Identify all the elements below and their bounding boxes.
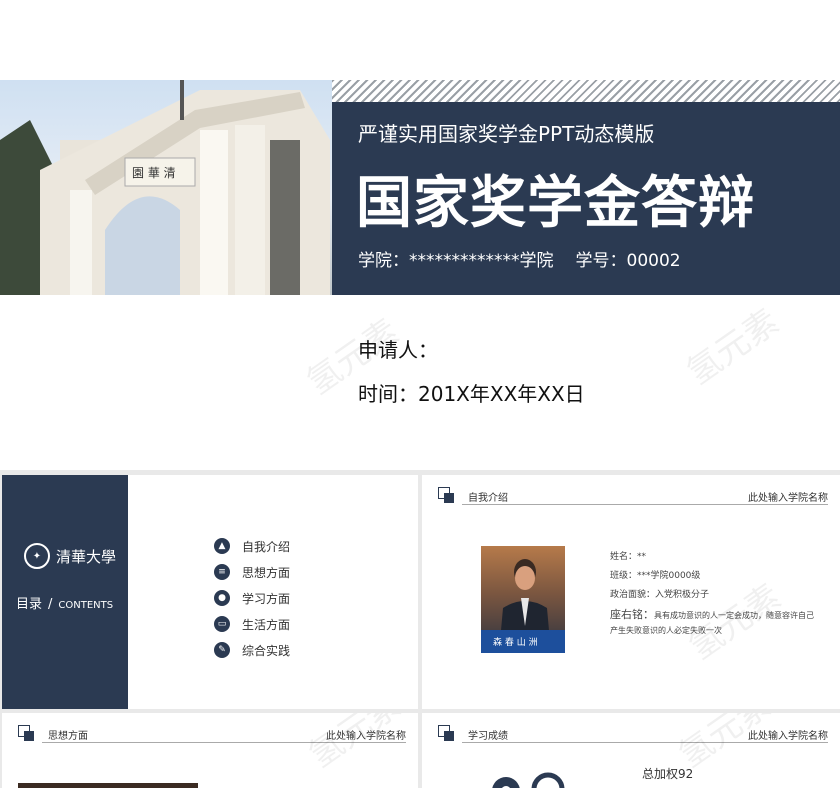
book-icon: ≡	[214, 564, 230, 580]
contents-sidebar: ✦ 清華大學 目录 / CONTENTS	[2, 475, 128, 709]
svg-text:森 春 山 洲: 森 春 山 洲	[493, 636, 538, 648]
divider	[462, 742, 828, 743]
seal-icon: ✦	[24, 543, 50, 569]
photo	[18, 783, 198, 788]
politics-field: 政治面貌：入党积极分子	[610, 590, 710, 600]
university-gate-photo: 園 華 清	[0, 80, 332, 295]
section-title: 学习成绩	[468, 731, 508, 742]
section-title: 自我介绍	[468, 493, 508, 504]
list-item-label: 思想方面	[242, 565, 291, 580]
section-header: 学习成绩 此处输入学院名称	[438, 725, 828, 745]
class-field: 班级：***学院0000级	[610, 571, 701, 581]
contents-list: ▲ 自我介绍 ≡ 思想方面 ● 学习方面 ▭ 生活方面 ✎ 综合实践	[214, 533, 290, 663]
college-label: 学院：*************学院	[358, 251, 554, 271]
list-item[interactable]: ● 学习方面	[214, 585, 290, 611]
slide-subtitle: 严谨实用国家奖学金PPT动态模版	[358, 122, 655, 146]
contents-label: 目录 / CONTENTS	[16, 593, 113, 612]
svg-text:園 華 清: 園 華 清	[132, 166, 176, 180]
list-item-label: 综合实践	[242, 643, 291, 658]
student-number: 学号：00002	[575, 251, 681, 271]
logo-text: 清華大學	[56, 547, 117, 566]
weighted-score: 总加权92	[642, 767, 694, 781]
contents-label-en: CONTENTS	[58, 600, 114, 611]
college-info: 学院：*************学院 学号：00002	[358, 246, 681, 271]
list-item-label: 学习方面	[242, 591, 291, 606]
profile-photo: 森 春 山 洲	[481, 546, 565, 653]
university-logo: ✦ 清華大學	[24, 543, 116, 569]
title-slide: 園 華 清 严谨实用国家奖学金PPT动态模版 国家奖学金答辩 学院：******…	[0, 0, 840, 470]
contents-label-cn: 目录	[16, 597, 43, 612]
watermark: 氢元素	[679, 301, 787, 394]
thought-slide-thumbnail[interactable]: 思想方面 此处输入学院名称 氢元素	[2, 713, 418, 788]
list-item[interactable]: ▲ 自我介绍	[214, 533, 290, 559]
contents-slide-thumbnail[interactable]: ✦ 清華大學 目录 / CONTENTS ▲ 自我介绍 ≡ 思想方面 ● 学习方…	[2, 475, 418, 709]
intro-slide-thumbnail[interactable]: 自我介绍 此处输入学院名称 森 春 山 洲 姓名：** 班级：***学院0000…	[422, 475, 840, 709]
list-item[interactable]: ≡ 思想方面	[214, 559, 290, 585]
divider	[462, 504, 828, 505]
section-square-icon	[18, 725, 34, 741]
name-field: 姓名：**	[610, 552, 647, 562]
striped-banner	[332, 80, 840, 102]
list-item-label: 自我介绍	[242, 539, 291, 554]
list-item[interactable]: ✎ 综合实践	[214, 637, 290, 663]
college-name-placeholder: 此处输入学院名称	[748, 493, 828, 504]
section-square-icon	[438, 487, 454, 503]
section-title: 思想方面	[48, 731, 88, 742]
gears-icon	[486, 771, 576, 788]
pen-icon: ✎	[214, 642, 230, 658]
monitor-icon: ▭	[214, 616, 230, 632]
contents-separator: /	[48, 597, 53, 612]
section-header: 自我介绍 此处输入学院名称	[438, 487, 828, 507]
section-square-icon	[438, 725, 454, 741]
slide-title: 国家奖学金答辩	[356, 171, 755, 236]
profile-info: 姓名：** 班级：***学院0000级 政治面貌：入党积极分子	[610, 549, 709, 606]
list-item[interactable]: ▭ 生活方面	[214, 611, 290, 637]
study-slide-thumbnail[interactable]: 学习成绩 此处输入学院名称 总加权92 氢元素	[422, 713, 840, 788]
time-label: 时间：201X年XX年XX日	[358, 382, 585, 406]
person-icon: ●	[214, 590, 230, 606]
motto-key: 座右铭：	[610, 608, 654, 621]
list-item-label: 生活方面	[242, 617, 291, 632]
graduation-cap-icon: ▲	[214, 538, 230, 554]
